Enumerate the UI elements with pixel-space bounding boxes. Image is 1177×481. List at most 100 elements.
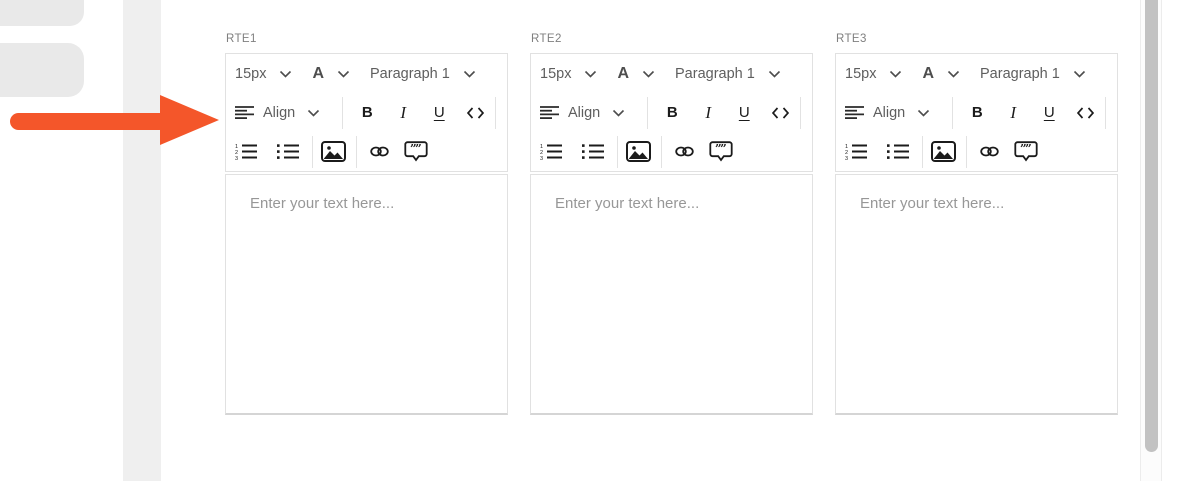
align-dropdown[interactable]: Align [845,105,930,121]
rte-content-area[interactable]: Enter your text here... [225,174,508,415]
insert-image-button[interactable] [321,141,346,162]
svg-text:””: ”” [715,141,726,155]
insert-image-button[interactable] [931,141,956,162]
toolbar-separator [800,96,802,129]
align-lines-icon [845,106,864,119]
toolbar-row-2: Align B I U [836,93,1117,132]
toolbar-row-3: 123 ”” [226,132,507,171]
ordered-list-icon: 123 [540,144,562,160]
font-color-dropdown[interactable]: A [312,65,350,83]
create-link-button[interactable] [980,146,999,157]
code-view-icon [771,106,789,119]
align-dropdown[interactable]: Align [540,105,625,121]
paragraph-format-value: Paragraph 1 [980,65,1060,82]
rte-label: RTE3 [836,33,867,45]
font-color-label: A [922,64,935,82]
chevron-down-icon [337,70,350,78]
italic-button[interactable]: I [995,96,1031,130]
font-color-dropdown[interactable]: A [617,65,655,83]
chevron-down-icon [463,70,475,78]
italic-button[interactable]: I [690,96,726,130]
ordered-list-button[interactable]: 123 [845,143,867,160]
italic-button[interactable]: I [385,96,421,130]
font-size-dropdown[interactable]: 15px [845,66,902,82]
code-view-button[interactable] [457,96,493,130]
blockquote-icon: ”” [709,141,733,162]
create-link-button[interactable] [675,146,694,157]
blockquote-icon: ”” [404,141,428,162]
ordered-list-button[interactable]: 123 [235,143,257,160]
create-link-icon [370,146,389,157]
underline-button[interactable]: U [726,96,762,130]
insert-image-icon [931,141,956,162]
font-size-value: 15px [540,65,572,82]
font-size-dropdown[interactable]: 15px [235,66,292,82]
scrollbar-track[interactable] [1140,0,1162,481]
toolbar-row-1: 15px A Paragraph 1 [226,54,507,93]
unordered-list-button[interactable] [582,143,604,160]
chevron-down-icon [613,109,625,117]
rte-editor-2: RTE2 15px A Paragraph 1 Align B I U 1 2 … [530,33,813,415]
align-lines-icon [540,106,559,119]
align-label: Align [873,104,906,121]
insert-image-button[interactable] [626,141,651,162]
align-label: Align [263,104,296,121]
font-size-dropdown[interactable]: 15px [540,66,597,82]
toolbar-separator [495,96,497,129]
underline-button[interactable]: U [1031,96,1067,130]
toolbar-separator [952,96,954,129]
code-view-button[interactable] [762,96,798,130]
align-label: Align [568,104,601,121]
toolbar-row-3: 123 ”” [836,132,1117,171]
toolbar-row-3: 123 ”” [531,132,812,171]
chevron-down-icon [642,70,655,78]
create-link-icon [980,146,999,157]
blockquote-button[interactable]: ”” [709,141,733,163]
bold-button[interactable]: B [654,96,690,130]
unordered-list-button[interactable] [887,143,909,160]
toolbar-row-1: 15px A Paragraph 1 [531,54,812,93]
paragraph-format-dropdown[interactable]: Paragraph 1 [370,66,476,82]
toolbar-separator [647,96,649,129]
toolbar-separator [1105,96,1107,129]
paragraph-format-dropdown[interactable]: Paragraph 1 [675,66,781,82]
editors-row: RTE1 15px A Paragraph 1 Align B I U 1 2 … [225,33,1118,415]
svg-text:3: 3 [845,156,848,160]
underline-button[interactable]: U [421,96,457,130]
toolbar-row-2: Align B I U [226,93,507,132]
create-link-button[interactable] [370,146,389,157]
placeholder-text: Enter your text here... [555,195,700,212]
insert-image-icon [321,141,346,162]
align-lines-icon [235,106,254,119]
format-button-group: B I U [959,96,1103,130]
code-view-button[interactable] [1067,96,1103,130]
blockquote-button[interactable]: ”” [1014,141,1038,163]
unordered-list-button[interactable] [277,143,299,160]
toolbar-separator [922,135,923,168]
insert-image-icon [626,141,651,162]
clipped-text: l. [2,0,8,2]
chevron-down-icon [280,70,292,78]
bold-button[interactable]: B [349,96,385,130]
sidebar-gutter [123,0,161,481]
rte-toolbar: 15px A Paragraph 1 Align B I U 1 2 3 ”” [835,53,1118,172]
rte-content-area[interactable]: Enter your text here... [835,174,1118,415]
svg-text:3: 3 [235,156,238,160]
rte-label: RTE2 [531,33,562,45]
placeholder-text: Enter your text here... [860,195,1005,212]
ordered-list-button[interactable]: 123 [540,143,562,160]
scrollbar-thumb[interactable] [1145,0,1158,452]
sidebar-card: l. [0,0,84,26]
paragraph-format-dropdown[interactable]: Paragraph 1 [980,66,1086,82]
toolbar-separator [342,96,344,129]
align-dropdown[interactable]: Align [235,105,320,121]
font-size-value: 15px [235,65,267,82]
create-link-icon [675,146,694,157]
bold-button[interactable]: B [959,96,995,130]
rte-content-area[interactable]: Enter your text here... [530,174,813,415]
toolbar-separator [617,135,618,168]
font-color-label: A [617,64,630,82]
blockquote-button[interactable]: ”” [404,141,428,163]
font-color-dropdown[interactable]: A [922,65,960,83]
rte-editor-3: RTE3 15px A Paragraph 1 Align B I U 1 2 … [835,33,1118,415]
